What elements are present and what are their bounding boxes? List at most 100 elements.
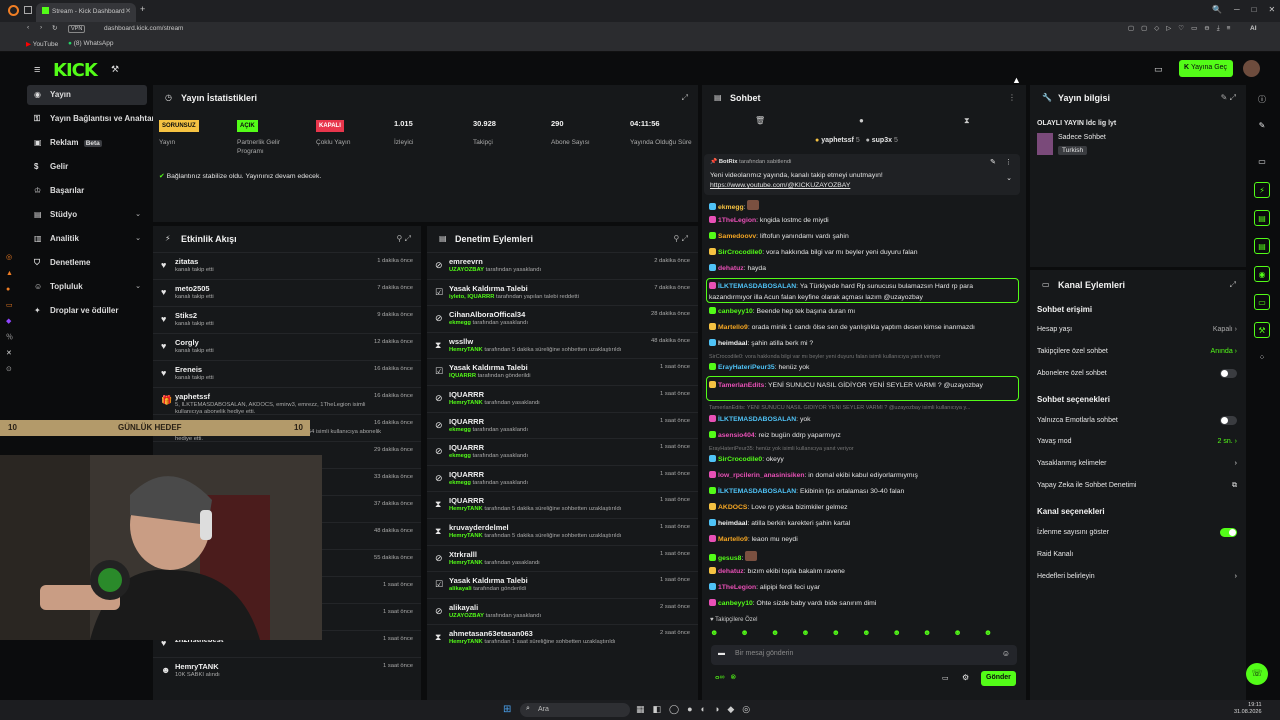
chat-username[interactable]: İLKTEMASDABOSALAN [718,283,796,290]
chat-username[interactable]: canbeyy10 [718,308,753,315]
chat-username[interactable]: canbeyy10 [718,600,753,607]
chat-message[interactable]: SirCrocodile0: vora hakkında bilgi var m… [709,248,1019,256]
moderation-row[interactable]: ⧗ wssllw HemryTANK tarafından 5 dakika sür… [427,331,698,359]
x-icon[interactable]: ✕ [6,346,16,362]
moderator-name[interactable]: UZAYOZBAY [449,267,484,273]
followers-only-setting[interactable]: Takipçilere özel sohbet Anında › [1037,348,1237,355]
moderator-name[interactable]: ekmegg [449,427,471,433]
chat-message[interactable]: TamerlanEdits: YENİ SUNUCU NASIL GİDİYOR… [709,380,1009,391]
show-viewcount-toggle[interactable] [1220,528,1237,537]
chat-message[interactable]: dehatuz: hayda [709,264,1019,272]
chat-message[interactable]: İLKTEMASDABOSALAN: yok [709,415,1019,423]
moderation-row[interactable]: ⊘ alikayali UZAYOZBAY tarafından yasakland… [427,597,698,625]
chat-username[interactable]: Martello9 [718,324,748,331]
chat-username[interactable]: SirCrocodile0 [718,249,762,256]
moderation-row[interactable]: ⧗ ahmetasan63etasan063 HemryTANK tarafında… [427,624,698,651]
ai-moderation-setting[interactable]: Yapay Zeka ile Sohbet Denetimi ⧉ [1037,482,1237,489]
chat-tools-icons[interactable]: ⴰ∞ ⊗ [715,673,736,681]
more-icon[interactable]: ⋮ [1005,158,1012,166]
moderator-name[interactable]: UZAYOZBAY [449,613,484,619]
expand-icon[interactable]: ⤢ [1230,280,1236,290]
moderation-row[interactable]: ⧗ kruvayderdelmel HemryTANK tarafından 5 d… [427,518,698,545]
chat-message[interactable]: ekmegg: [709,200,1019,211]
sidebar-icon[interactable]: ▲ [6,266,16,282]
chat-message[interactable]: canbeyy10: Ohte sizde baby vardı bide sa… [709,599,1019,607]
moderator-name[interactable]: ekmegg [449,480,471,486]
twitch-icon[interactable]: ◆ [6,314,16,330]
activity-row[interactable]: ♥ zitatas kanalı takip etti 1 dakika önce [153,252,421,279]
chat-username[interactable]: İLKTEMASDABOSALAN [718,416,796,423]
activity-row[interactable]: 🎁 yaphetssf 5, İLKTEMASDABOSALAN, AKDOCS, … [153,387,421,415]
nav-item-droplar[interactable]: ✦ Droplar ve ödüller [27,301,147,321]
avatar[interactable] [1243,60,1260,77]
moderation-target[interactable]: CihanAlboraOffical34 [449,310,525,319]
moderation-target[interactable]: wssllw [449,337,473,346]
chat-username[interactable]: heimdaal [718,520,747,527]
slow-mode-setting[interactable]: Yavaş mod 2 sn. › [1037,438,1237,445]
expand-icon[interactable]: ⤢ [682,93,688,103]
nav-item-analitik[interactable]: ▥ Analitik ⌄ [27,229,147,249]
set-goals-setting[interactable]: Hedefleri belirleyin › [1037,573,1237,580]
chat-username[interactable]: TamerlanEdits [718,382,764,389]
activity-row[interactable]: ♥ Stiks2 kanalı takip etti 9 dakika önce [153,306,421,333]
emote-bar[interactable]: ☻☻☻☻☻☻☻☻☻☻ [710,628,1020,640]
lightning-icon[interactable]: ⚡ [1254,182,1270,198]
emote-only-setting[interactable]: Yalnızca Emotlarla sohbet [1037,416,1237,425]
nav-item-yayin[interactable]: ◉ Yayın [27,85,147,105]
moderator-name[interactable]: alikayali [449,586,472,592]
chat-username[interactable]: heimdaal [718,340,747,347]
chat-username[interactable]: dehatuz [718,568,744,575]
hourglass-icon[interactable]: ⧗ [964,116,970,126]
youtube-bookmark[interactable]: ▶ YouTube [26,40,58,48]
chat-username[interactable]: Martello9 [718,536,748,543]
nav-item-topluluk[interactable]: ☺ Topluluk ⌄ [27,277,147,297]
chevron-down-icon[interactable]: ⌄ [1006,174,1012,182]
sidebar-icon[interactable]: ⊙ [6,362,16,378]
taskbar-clock[interactable]: 19:11 31.08.2026 [1234,702,1262,716]
activity-user[interactable]: Corgly [175,338,199,347]
pencil-icon[interactable]: ✎ [1254,118,1270,134]
nav-item-stream-key[interactable]: ⚿ Yayın Bağlantısı ve Anahtarı [27,109,157,129]
moderation-row[interactable]: ⊘ emreevrn UZAYOZBAY tarafından yasaklandı… [427,252,698,279]
chat-reply-context[interactable]: SirCrocodile0: vora hakkında bilgi var m… [709,354,1019,360]
close-tab-icon[interactable]: ✕ [125,7,131,15]
new-tab-icon[interactable]: + [140,4,145,14]
chat-username[interactable]: 1TheLegion [718,217,756,224]
nav-item-gelir[interactable]: $ Gelir [27,157,147,177]
chat-message[interactable]: ErayHateriPeur35: henüz yok [709,363,1019,371]
chat-username[interactable]: 1TheLegion [718,584,756,591]
chat-input[interactable]: Bir mesaj gönderin [735,650,793,657]
send-button[interactable]: Gönder [981,671,1016,686]
go-live-button[interactable]: K Yayına Geç [1179,60,1233,77]
list-icon[interactable]: ▤ [1254,210,1270,226]
vpn-badge[interactable]: VPN [68,25,86,33]
wrench-icon[interactable]: ⚒ [1254,322,1270,338]
chat-message[interactable]: canbeyy10: Beende hep tek başına duran m… [709,307,1019,315]
browser-sidebar-icons[interactable]: ◎ ▲ ● ▭ ◆ ％ ✕ ⊙ [6,250,16,378]
moderator-name[interactable]: IQUARRR [449,373,476,379]
activity-user[interactable]: meto2505 [175,284,210,293]
activity-row[interactable]: ☻ HemryTANK 10K SABKI alındı 1 saat önce [153,657,421,684]
moderator-name[interactable]: HemryTANK [449,506,483,512]
speech-bubble-icon[interactable]: ● [859,116,864,125]
card-icon[interactable]: ▭ [1254,294,1270,310]
browser-toolbar-icons[interactable]: ▢▢◇▷♡▭⊖⤓≡ [1128,24,1237,33]
chat-message[interactable]: AKDOCS: Love rp yoksa bizimkiler gelmez [709,503,1019,511]
moderator-name[interactable]: iyleto, IQUARRR [449,294,494,300]
chat-message[interactable]: heimdaal: atilla berkin karekteri şahin … [709,519,1019,527]
moderation-row[interactable]: ☑ Yasak Kaldırma Talebi alikayali tarafınd… [427,571,698,598]
back-icon[interactable]: ‹ [27,24,29,31]
browser-logo-icon[interactable] [8,5,19,16]
chat-message[interactable]: İLKTEMASDABOSALAN: Ya Türkiyede hard Rp … [709,281,1009,303]
moderation-target[interactable]: Xtrkralll [449,550,477,559]
record-icon[interactable]: ◉ [1254,266,1270,282]
chat-message[interactable]: Martello9: orada minik 1 candı ölse sen … [709,323,1019,331]
chat-username[interactable]: gesus8 [718,555,741,562]
start-icon[interactable]: ⊞ [503,704,511,715]
activity-user[interactable]: Ereneis [175,365,202,374]
moderation-row[interactable]: ⊘ Xtrkralll HemryTANK tarafından yasakland… [427,544,698,572]
emoji-icon[interactable]: ☺ [1002,649,1010,658]
moderation-target[interactable]: IQUARRR [449,470,484,479]
tab-switcher-icon[interactable] [24,6,32,14]
moderator-name[interactable]: ekmegg [449,453,471,459]
